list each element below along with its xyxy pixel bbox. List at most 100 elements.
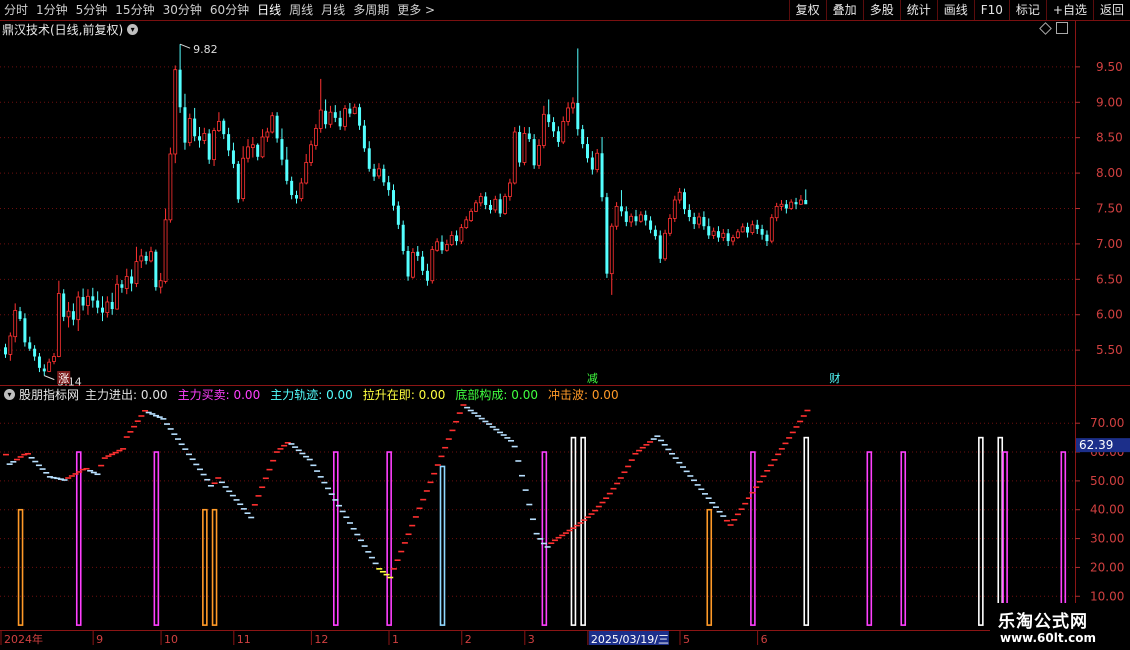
candle-body — [702, 216, 706, 227]
high-pointer — [179, 43, 191, 49]
event-mark: 减 — [587, 372, 598, 385]
candle-body — [435, 241, 440, 251]
watermark-title: 乐淘公式网 — [998, 612, 1088, 632]
candle-body — [440, 241, 444, 251]
candle-body — [638, 214, 643, 222]
candle-body — [547, 114, 551, 123]
time-label: 2025/03/19/三 — [591, 633, 669, 646]
candle-body — [406, 250, 410, 277]
candle-body — [86, 295, 90, 306]
candle-body — [110, 301, 114, 310]
watermark: 乐淘公式网 www.60lt.com — [990, 603, 1130, 650]
candle-body — [18, 311, 22, 319]
candle-body — [66, 310, 71, 318]
candle-body — [677, 191, 682, 201]
candle-body — [658, 235, 662, 259]
candle-body — [71, 311, 75, 320]
candle-body — [799, 199, 803, 205]
candle-body — [4, 347, 7, 355]
candle-body — [47, 361, 52, 372]
candle-body — [173, 69, 178, 155]
candle-body — [566, 107, 570, 122]
candle-body — [241, 157, 246, 199]
signal-bar — [706, 508, 713, 626]
candle-body — [784, 204, 788, 209]
signal-bar — [1060, 451, 1067, 626]
candle-body — [382, 168, 386, 183]
candle-body — [318, 109, 323, 129]
candle-body — [556, 131, 560, 142]
candle-body — [430, 249, 435, 282]
candle-body — [503, 196, 507, 214]
candle-body — [139, 255, 144, 262]
candle-body — [600, 153, 604, 198]
candle-body — [227, 134, 231, 151]
candle-body — [459, 227, 464, 242]
candle-body — [774, 205, 779, 219]
event-mark: 财 — [829, 371, 840, 385]
price-tick-label: 7.00 — [1096, 237, 1123, 251]
candle-body — [537, 145, 541, 166]
candle-body — [401, 224, 405, 251]
candle-body — [498, 199, 502, 214]
signal-bar — [439, 465, 446, 626]
candle-body — [653, 229, 657, 237]
candle-body — [362, 125, 366, 149]
signal-bar — [900, 451, 907, 626]
candle-body — [552, 122, 556, 132]
candle-body — [721, 232, 726, 238]
signal-bar — [570, 436, 577, 626]
candle-body — [62, 293, 66, 317]
signal-bar — [75, 451, 82, 626]
current-value-label: 62.39 — [1079, 438, 1113, 452]
candle-body — [561, 120, 566, 143]
candle-body — [416, 251, 420, 256]
signal-bar — [997, 436, 1004, 626]
candle-body — [614, 205, 619, 227]
candle-body — [478, 196, 483, 204]
osc-tick-label: 50.00 — [1090, 474, 1124, 488]
candle-body — [532, 139, 536, 166]
candle-body — [338, 117, 342, 127]
candle-body — [649, 220, 653, 230]
candle-body — [163, 219, 168, 282]
candle-body — [231, 150, 235, 164]
candle-body — [726, 233, 730, 242]
candle-body — [595, 152, 600, 170]
time-label: 3 — [528, 633, 535, 646]
kline-chart[interactable]: 9.50 9.00 8.50 8.00 7.50 7.00 6.50 6.00 5.50 9.82… — [0, 0, 1130, 650]
candle-body — [222, 120, 226, 135]
candle-body — [789, 201, 794, 209]
signal-bar — [866, 451, 873, 626]
event-mark: 涨 — [58, 372, 69, 385]
time-label: 5 — [683, 633, 690, 646]
candle-body — [96, 300, 100, 308]
candle-body — [91, 296, 95, 301]
signal-bar — [332, 451, 339, 626]
candle-body — [193, 118, 197, 137]
candle-body — [33, 348, 37, 357]
candle-body — [804, 200, 808, 205]
candle-body — [256, 144, 260, 157]
candle-body — [212, 130, 216, 161]
signal-bar — [978, 436, 984, 626]
candle-body — [769, 217, 774, 242]
candle-body — [474, 202, 478, 212]
osc-tick-label: 70.00 — [1090, 416, 1124, 430]
candle-body — [455, 235, 459, 242]
candle-body — [290, 180, 294, 196]
price-tick-label: 6.00 — [1096, 308, 1123, 322]
candle-body — [735, 231, 740, 238]
candle-body — [8, 335, 13, 355]
osc-tick-label: 20.00 — [1090, 560, 1124, 574]
candle-body — [304, 162, 309, 184]
candle-body — [115, 283, 119, 310]
candle-body — [484, 196, 488, 205]
candle-body — [352, 106, 357, 115]
candle-body — [590, 157, 594, 170]
candle-body — [571, 102, 575, 109]
candle-body — [755, 224, 759, 230]
candle-body — [449, 235, 454, 246]
candle-body — [202, 133, 207, 141]
candle-body — [76, 296, 81, 321]
